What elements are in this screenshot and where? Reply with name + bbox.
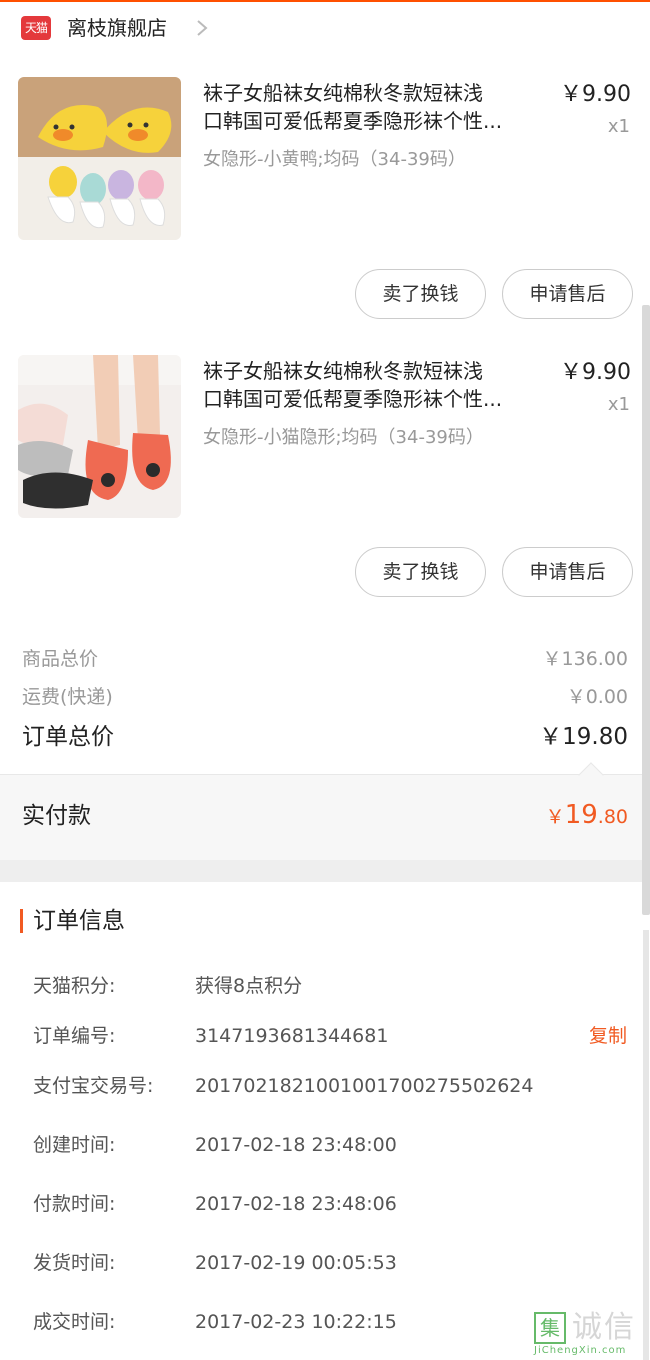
product-image-duck-socks[interactable] bbox=[18, 77, 181, 240]
info-label: 订单编号: bbox=[33, 1025, 116, 1047]
scrollbar-thumb[interactable] bbox=[643, 930, 649, 1360]
copy-order-number-button[interactable]: 复制 bbox=[589, 1022, 627, 1050]
info-label: 付款时间: bbox=[33, 1193, 116, 1215]
info-row-points: 天猫积分: 获得8点积分 bbox=[0, 972, 650, 1002]
product-sku: 女隐形-小黄鸭;均码（34-39码） bbox=[203, 149, 466, 170]
info-row-paid: 付款时间: 2017-02-18 23:48:06 bbox=[0, 1190, 650, 1220]
paid-amount-box: 实付款 ￥19.80 bbox=[0, 762, 650, 860]
product-title-line-1: 袜子女船袜女纯棉秋冬款短袜浅 bbox=[203, 81, 483, 105]
after-sale-button[interactable]: 申请售后 bbox=[502, 547, 633, 597]
product-image-cat-socks[interactable] bbox=[18, 355, 181, 518]
product-sku: 女隐形-小猫隐形;均码（34-39码） bbox=[203, 427, 484, 448]
section-title-accent bbox=[20, 909, 23, 933]
product-title[interactable]: 袜子女船袜女纯棉秋冬款短袜浅 口韩国可爱低帮夏季隐形袜个性... bbox=[203, 79, 558, 135]
notch-indicator bbox=[578, 762, 604, 788]
order-total-value: ￥19.80 bbox=[539, 724, 628, 750]
info-row-order-number: 订单编号: 3147193681344681 复制 bbox=[0, 1022, 650, 1052]
order-item[interactable]: 袜子女船袜女纯棉秋冬款短袜浅 口韩国可爱低帮夏季隐形袜个性... 女隐形-小猫隐… bbox=[0, 355, 650, 633]
info-label: 支付宝交易号: bbox=[33, 1075, 154, 1097]
section-divider bbox=[0, 860, 650, 882]
order-info-title: 订单信息 bbox=[33, 908, 125, 934]
watermark-logo-box: 集 bbox=[534, 1312, 566, 1344]
chevron-right-icon[interactable] bbox=[195, 20, 209, 36]
info-label: 发货时间: bbox=[33, 1252, 116, 1274]
product-price: ￥9.90 bbox=[560, 82, 631, 107]
watermark-url: JiChengXin.com bbox=[534, 1345, 627, 1356]
product-title-line-2: 口韩国可爱低帮夏季隐形袜个性... bbox=[203, 109, 503, 133]
goods-total-label: 商品总价 bbox=[22, 648, 99, 670]
info-value: 获得8点积分 bbox=[195, 975, 303, 997]
store-name[interactable]: 离枝旗舰店 bbox=[67, 14, 167, 42]
store-header[interactable]: 天猫 离枝旗舰店 bbox=[0, 2, 650, 54]
order-item[interactable]: 袜子女船袜女纯棉秋冬款短袜浅 口韩国可爱低帮夏季隐形袜个性... 女隐形-小黄鸭… bbox=[0, 77, 650, 355]
info-label: 成交时间: bbox=[33, 1311, 116, 1333]
after-sale-button[interactable]: 申请售后 bbox=[502, 269, 633, 319]
info-value: 2017-02-18 23:48:06 bbox=[195, 1193, 397, 1215]
watermark-text: 诚信 bbox=[572, 1310, 636, 1345]
scrollbar-track[interactable] bbox=[642, 305, 650, 915]
watermark: 集 诚信 JiChengXin.com bbox=[534, 1310, 646, 1356]
info-row-shipped: 发货时间: 2017-02-19 00:05:53 bbox=[0, 1249, 650, 1279]
paid-label: 实付款 bbox=[22, 803, 91, 829]
info-row-created: 创建时间: 2017-02-18 23:48:00 bbox=[0, 1131, 650, 1161]
shipping-value: ￥0.00 bbox=[566, 686, 628, 708]
product-price: ￥9.90 bbox=[560, 360, 631, 385]
info-label: 天猫积分: bbox=[33, 975, 116, 997]
product-title-line-2: 口韩国可爱低帮夏季隐形袜个性... bbox=[203, 387, 503, 411]
info-value: 2017-02-23 10:22:15 bbox=[195, 1311, 397, 1333]
order-number-value: 3147193681344681 bbox=[195, 1025, 389, 1047]
paid-decimal: .80 bbox=[597, 806, 628, 828]
product-quantity: x1 bbox=[607, 116, 630, 137]
info-row-alipay-trade: 支付宝交易号: 2017021821001001700275502624 bbox=[0, 1072, 650, 1102]
paid-integer: 19 bbox=[564, 800, 598, 830]
product-quantity: x1 bbox=[607, 394, 630, 415]
resell-button[interactable]: 卖了换钱 bbox=[355, 547, 486, 597]
tmall-logo: 天猫 bbox=[21, 16, 51, 40]
resell-button[interactable]: 卖了换钱 bbox=[355, 269, 486, 319]
info-value: 2017-02-19 00:05:53 bbox=[195, 1252, 397, 1274]
shipping-label: 运费(快递) bbox=[22, 686, 113, 708]
goods-total-value: ￥136.00 bbox=[542, 648, 628, 670]
paid-currency: ￥ bbox=[545, 806, 565, 828]
product-title[interactable]: 袜子女船袜女纯棉秋冬款短袜浅 口韩国可爱低帮夏季隐形袜个性... bbox=[203, 357, 558, 413]
info-value: 2017-02-18 23:48:00 bbox=[195, 1134, 397, 1156]
info-value: 2017021821001001700275502624 bbox=[195, 1075, 534, 1097]
paid-amount: ￥19.80 bbox=[546, 799, 628, 834]
info-label: 创建时间: bbox=[33, 1134, 116, 1156]
order-total-label: 订单总价 bbox=[22, 724, 114, 750]
product-title-line-1: 袜子女船袜女纯棉秋冬款短袜浅 bbox=[203, 359, 483, 383]
